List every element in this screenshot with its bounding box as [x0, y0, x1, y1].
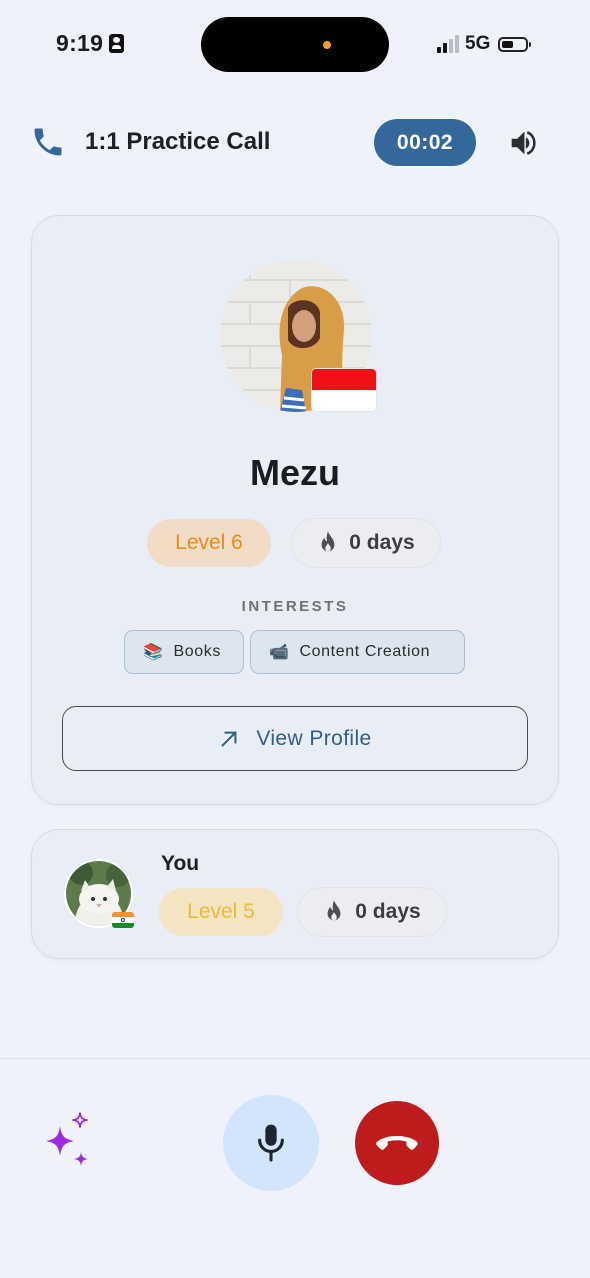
interest-chip-books: 📚 Books	[124, 630, 244, 674]
video-camera-icon: 📹	[269, 644, 290, 661]
signal-icon	[437, 35, 459, 53]
speaker-icon[interactable]	[506, 126, 540, 160]
partner-name: Mezu	[250, 452, 340, 493]
microphone-button[interactable]	[223, 1095, 319, 1191]
partner-streak-badge: 0 days	[291, 518, 441, 568]
flame-icon	[327, 900, 341, 921]
partner-level-badge: Level 6	[147, 519, 271, 567]
your-streak-badge: 0 days	[297, 887, 447, 937]
arrow-up-right-icon	[221, 731, 237, 746]
sparkle-icon[interactable]	[40, 1110, 98, 1174]
battery-icon	[498, 36, 532, 52]
your-streak-text: 0 days	[355, 900, 421, 923]
hang-up-icon	[376, 1136, 418, 1150]
view-profile-button[interactable]: View Profile	[62, 706, 528, 771]
page-title: 1:1 Practice Call	[85, 128, 271, 155]
privacy-indicator	[323, 41, 331, 49]
india-flag-icon	[112, 912, 134, 928]
status-time: 9:19	[56, 30, 125, 57]
indonesia-flag-icon	[311, 368, 377, 412]
controls-divider	[0, 1058, 590, 1059]
interest-label: Content Creation	[299, 643, 431, 660]
status-time-text: 9:19	[56, 30, 104, 56]
call-timer: 00:02	[374, 119, 476, 166]
status-indicators: 5G	[437, 33, 532, 55]
partner-streak-text: 0 days	[349, 531, 415, 554]
network-label: 5G	[465, 33, 491, 54]
interest-chip-content-creation: 📹 Content Creation	[250, 630, 465, 674]
id-card-icon	[109, 34, 125, 53]
your-level-badge: Level 5	[159, 888, 283, 936]
end-call-button[interactable]	[355, 1101, 439, 1185]
view-profile-label: View Profile	[256, 726, 372, 750]
flame-icon	[321, 531, 335, 552]
you-label: You	[161, 852, 200, 875]
microphone-icon	[258, 1124, 284, 1162]
dynamic-island	[201, 17, 389, 72]
books-icon: 📚	[143, 644, 164, 661]
battery-level	[502, 40, 514, 48]
interests-heading: INTERESTS	[241, 598, 349, 615]
interest-label: Books	[173, 643, 221, 660]
phone-icon	[34, 128, 62, 156]
